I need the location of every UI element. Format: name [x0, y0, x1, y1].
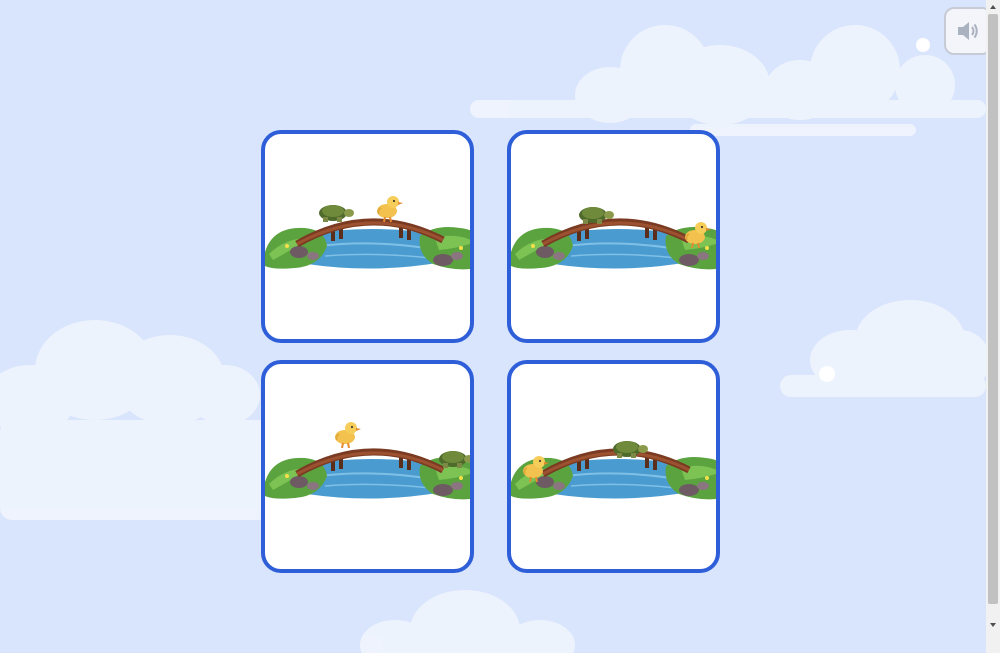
bridge-scene-image [265, 421, 470, 573]
scrollbar-thumb[interactable] [988, 14, 998, 604]
speaker-icon [958, 22, 978, 40]
answer-card-1[interactable] [261, 130, 474, 343]
sound-toggle-button[interactable] [944, 7, 992, 55]
answer-card-2[interactable] [507, 130, 720, 343]
bridge-scene-image [265, 195, 474, 343]
bridge-scene-image [511, 207, 720, 343]
scroll-up-arrow-icon[interactable] [986, 0, 1000, 14]
answer-card-4[interactable] [507, 360, 720, 573]
background-clouds [0, 25, 986, 653]
answer-card-3[interactable] [261, 360, 474, 573]
scroll-down-arrow-icon[interactable] [986, 618, 1000, 632]
bridge-scene-image [511, 441, 720, 573]
